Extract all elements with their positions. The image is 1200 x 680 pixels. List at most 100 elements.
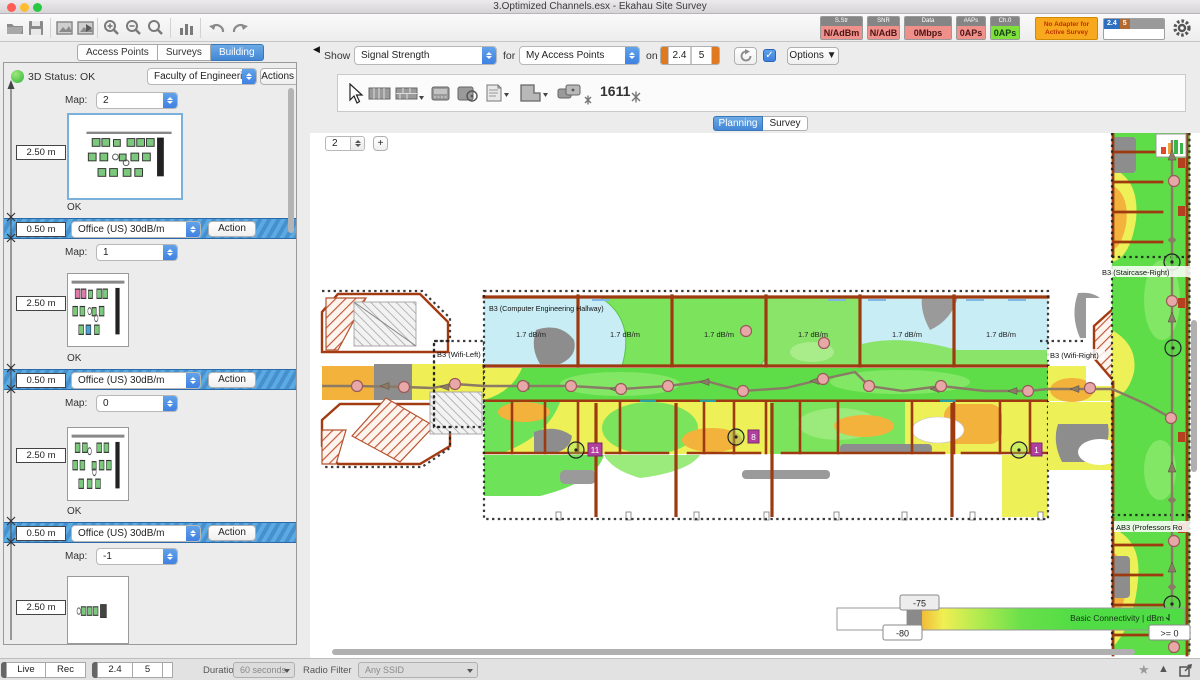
- wall-type-select[interactable]: Office (US) 30dB/m: [71, 525, 201, 542]
- stepper-control[interactable]: [482, 46, 496, 65]
- stepper-control[interactable]: [186, 525, 200, 542]
- bottom-band-5-button[interactable]: 5: [133, 662, 163, 678]
- band-2-4-button[interactable]: 2.4: [668, 47, 691, 64]
- duration-select[interactable]: 60 seconds: [233, 662, 295, 678]
- tab-access-points[interactable]: Access Points: [77, 44, 158, 61]
- stepper-control[interactable]: [163, 395, 177, 412]
- band-2-4-chip[interactable]: 2.4: [1104, 19, 1120, 29]
- open-file-icon[interactable]: [5, 18, 25, 38]
- stepper-control[interactable]: [163, 244, 177, 261]
- zoom-fit-icon[interactable]: [146, 18, 166, 38]
- floor-plan-map[interactable]: 11 8 1 B3 (Computer Engineering Hallway)…: [310, 133, 1200, 658]
- door-tool-icon[interactable]: [430, 84, 452, 104]
- bottom-band-2-4-button[interactable]: 2.4: [97, 662, 133, 678]
- divider-action-button[interactable]: Action: [208, 525, 256, 541]
- ap-channel-label: 8: [751, 432, 756, 442]
- note-tool-icon[interactable]: [484, 83, 512, 105]
- floor-height-input[interactable]: 2.50 m: [16, 448, 66, 463]
- svg-text:1.7 dB/m: 1.7 dB/m: [516, 330, 546, 339]
- add-floor-button[interactable]: +: [373, 136, 388, 151]
- map-minus1-selector[interactable]: -1: [96, 548, 178, 565]
- building-select[interactable]: Faculty of Engineering: [147, 68, 257, 85]
- save-icon[interactable]: [26, 18, 46, 38]
- reports-chart-icon[interactable]: [176, 18, 196, 38]
- actions-button[interactable]: Actions ▼: [260, 68, 297, 85]
- legend-upper-value: -75: [913, 599, 926, 609]
- import-image-icon[interactable]: [55, 18, 75, 38]
- stepper-control[interactable]: [186, 221, 200, 238]
- divider-action-button[interactable]: Action: [208, 372, 256, 388]
- tab-survey[interactable]: Survey: [763, 116, 808, 131]
- undo-icon[interactable]: [207, 18, 227, 38]
- favorite-star-icon[interactable]: ★: [1138, 662, 1150, 678]
- options-button[interactable]: Options ▼: [787, 47, 839, 65]
- sidebar-scrollbar[interactable]: [288, 88, 294, 233]
- horizontal-scrollbar[interactable]: [332, 649, 1135, 655]
- wall-tool-icon[interactable]: [368, 86, 392, 102]
- map-0-selector[interactable]: 0: [96, 395, 178, 412]
- refresh-button[interactable]: [734, 47, 757, 65]
- ap-marker[interactable]: [1165, 340, 1181, 356]
- visualization-select[interactable]: Signal Strength: [354, 46, 497, 65]
- map-1-selector[interactable]: 1: [96, 244, 178, 261]
- channel-plan-icon[interactable]: 1611: [600, 83, 630, 99]
- floor-thumbnail-map1[interactable]: [67, 273, 129, 347]
- divider-height-input[interactable]: 0.50 m: [16, 373, 66, 388]
- floor-height-input[interactable]: 2.50 m: [16, 145, 66, 160]
- floor-plan-mini: [74, 126, 184, 186]
- floor-thumbnail-map2[interactable]: [67, 113, 183, 200]
- ap-filter-value: My Access Points: [526, 50, 604, 61]
- band-strip: 2.4 5: [1104, 19, 1164, 29]
- stepper-control[interactable]: [625, 46, 639, 65]
- redo-icon[interactable]: [230, 18, 250, 38]
- auto-refresh-checkbox[interactable]: ✓: [763, 49, 776, 62]
- stepper-control[interactable]: [163, 548, 177, 565]
- floor-height-input[interactable]: 2.50 m: [16, 296, 66, 311]
- radio-filter-select[interactable]: Any SSID: [358, 662, 478, 678]
- detach-window-icon[interactable]: [1179, 663, 1193, 677]
- floor-thumbnail-map-1[interactable]: [67, 576, 129, 644]
- height-unit: m: [48, 450, 56, 461]
- divider-height-input[interactable]: 0.50 m: [16, 526, 66, 541]
- vertical-scrollbar[interactable]: [1191, 320, 1197, 472]
- band-indicator[interactable]: 2.4 5: [1103, 18, 1165, 40]
- door-attenuation-tool-icon[interactable]: [456, 84, 480, 104]
- stepper-control[interactable]: [186, 372, 200, 389]
- floor-zoom-stepper[interactable]: 2: [325, 136, 365, 151]
- floor-height-input[interactable]: 2.50 m: [16, 600, 66, 615]
- chip-value: 0Mbps: [905, 26, 951, 40]
- ap-filter-select[interactable]: My Access Points: [519, 46, 640, 65]
- stepper-control[interactable]: [242, 68, 256, 85]
- divider-action-button[interactable]: Action: [208, 221, 256, 237]
- divider-height-input[interactable]: 0.50 m: [16, 222, 66, 237]
- live-button[interactable]: Live: [6, 662, 46, 678]
- zone-tool-icon[interactable]: [518, 83, 550, 105]
- tab-surveys[interactable]: Surveys: [158, 44, 211, 61]
- stepper-control[interactable]: [163, 92, 177, 109]
- wall-type-select[interactable]: Office (US) 30dB/m: [71, 221, 201, 238]
- map-2-selector[interactable]: 2: [96, 92, 178, 109]
- svg-text:1.7 dB/m: 1.7 dB/m: [892, 330, 922, 339]
- settings-gear-icon[interactable]: [1171, 17, 1193, 39]
- stepper-control[interactable]: [350, 136, 364, 151]
- wall-type-select[interactable]: Office (US) 30dB/m: [71, 372, 201, 389]
- 3d-status-label: 3D Status: OK: [28, 71, 95, 83]
- band-5-chip[interactable]: 5: [1120, 19, 1130, 29]
- radio-filter-label: Radio Filter: [303, 665, 352, 676]
- tab-building[interactable]: Building: [211, 44, 264, 61]
- band-5-button[interactable]: 5: [691, 47, 712, 64]
- select-cursor-icon[interactable]: [346, 83, 364, 105]
- export-image-icon[interactable]: [76, 18, 96, 38]
- zoom-in-icon[interactable]: [102, 18, 122, 38]
- wall-type-tool-icon[interactable]: [395, 86, 425, 102]
- add-access-points-icon[interactable]: [556, 81, 594, 107]
- collapse-panel-icon[interactable]: ▲: [1158, 663, 1169, 675]
- floor-thumbnail-map0[interactable]: [67, 427, 129, 501]
- status-chip-channel: Ch.00APs: [990, 16, 1020, 40]
- zoom-out-icon[interactable]: [124, 18, 144, 38]
- rec-button[interactable]: Rec: [46, 662, 86, 678]
- zone-label-staircase-right: B3 (Staircase-Right): [1102, 268, 1170, 277]
- drawing-toolbar: 1611: [337, 74, 1186, 112]
- tab-planning[interactable]: Planning: [713, 116, 763, 131]
- collapse-sidebar-arrow-icon[interactable]: ◀: [313, 44, 320, 55]
